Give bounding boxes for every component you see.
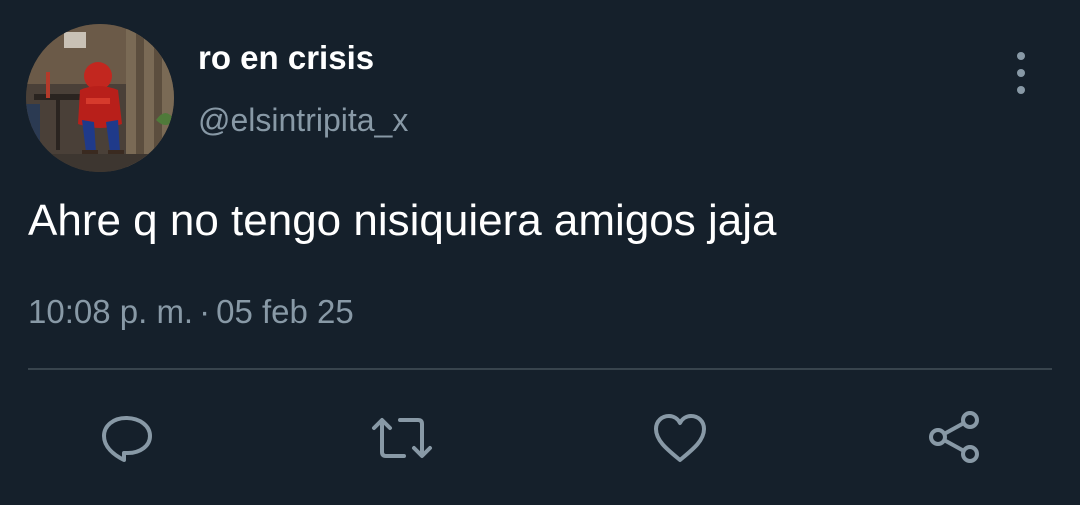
more-dot [1017,86,1025,94]
meta-separator: · [199,293,211,330]
reply-button[interactable] [96,408,156,468]
like-button[interactable] [650,408,710,468]
more-vertical-icon[interactable] [1004,52,1038,94]
tweet-time[interactable]: 10:08 p. m. [28,293,193,330]
heart-icon [654,414,706,462]
share-button[interactable] [924,408,984,468]
reply-icon [102,416,152,462]
display-name[interactable]: ro en crisis [198,39,374,77]
retweet-icon [372,418,432,458]
more-dot [1017,52,1025,60]
more-dot [1017,69,1025,77]
avatar[interactable] [26,24,174,172]
user-handle[interactable]: @elsintripita_x [198,102,408,139]
avatar-image [26,24,174,172]
tweet-text: Ahre q no tengo nisiquiera amigos jaja [28,196,777,245]
retweet-button[interactable] [370,408,432,468]
tweet-meta: 10:08 p. m. · 05 feb 25 [28,293,354,331]
tweet-card: ro en crisis @elsintripita_x Ahre q no t… [0,0,1080,505]
tweet-date[interactable]: 05 feb 25 [216,293,354,330]
divider [28,368,1052,370]
share-icon [929,411,979,463]
